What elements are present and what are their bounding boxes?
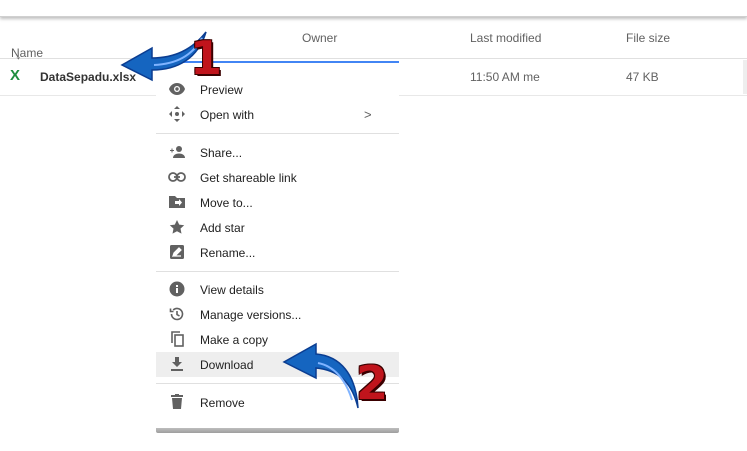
menu-item-manage-versions[interactable]: Manage versions...	[156, 302, 399, 327]
folder-move-icon	[168, 193, 186, 211]
file-list-header: Name ↓ Owner Last modified File size	[0, 16, 747, 62]
menu-item-open-with[interactable]: Open with >	[156, 102, 399, 127]
menu-item-get-shareable-link[interactable]: Get shareable link	[156, 165, 399, 190]
menu-item-view-details[interactable]: View details	[156, 277, 399, 302]
callout-number-1: 1	[190, 31, 223, 85]
menu-divider	[156, 271, 399, 272]
top-toolbar	[0, 0, 747, 17]
history-icon	[168, 305, 186, 323]
file-modified: 11:50 AM me	[470, 70, 540, 84]
menu-item-rename[interactable]: Rename...	[156, 240, 399, 265]
menu-bottom-edge	[156, 428, 399, 433]
move-arrows-icon	[168, 105, 186, 123]
file-size: 47 KB	[626, 70, 659, 84]
callout-number-2: 2	[356, 356, 389, 410]
add-person-icon	[168, 143, 186, 161]
link-icon	[168, 168, 186, 186]
download-icon	[168, 355, 186, 373]
star-icon	[168, 218, 186, 236]
file-size-column-header: File size	[626, 31, 671, 45]
menu-item-make-a-copy[interactable]: Make a copy	[156, 327, 399, 352]
last-modified-column-header[interactable]: Last modified	[470, 31, 541, 45]
menu-item-share[interactable]: Share...	[156, 140, 399, 165]
menu-item-add-star[interactable]: Add star	[156, 215, 399, 240]
trash-icon	[168, 393, 186, 411]
copy-icon	[168, 330, 186, 348]
menu-divider	[156, 133, 399, 134]
scrollbar[interactable]	[743, 60, 747, 94]
excel-file-icon: X	[10, 67, 21, 84]
chevron-right-icon: >	[364, 107, 372, 122]
info-icon	[168, 280, 186, 298]
owner-column-header: Owner	[302, 31, 338, 45]
rename-icon	[168, 243, 186, 261]
menu-item-move-to[interactable]: Move to...	[156, 190, 399, 215]
callout-arrow-2-icon	[282, 342, 359, 409]
